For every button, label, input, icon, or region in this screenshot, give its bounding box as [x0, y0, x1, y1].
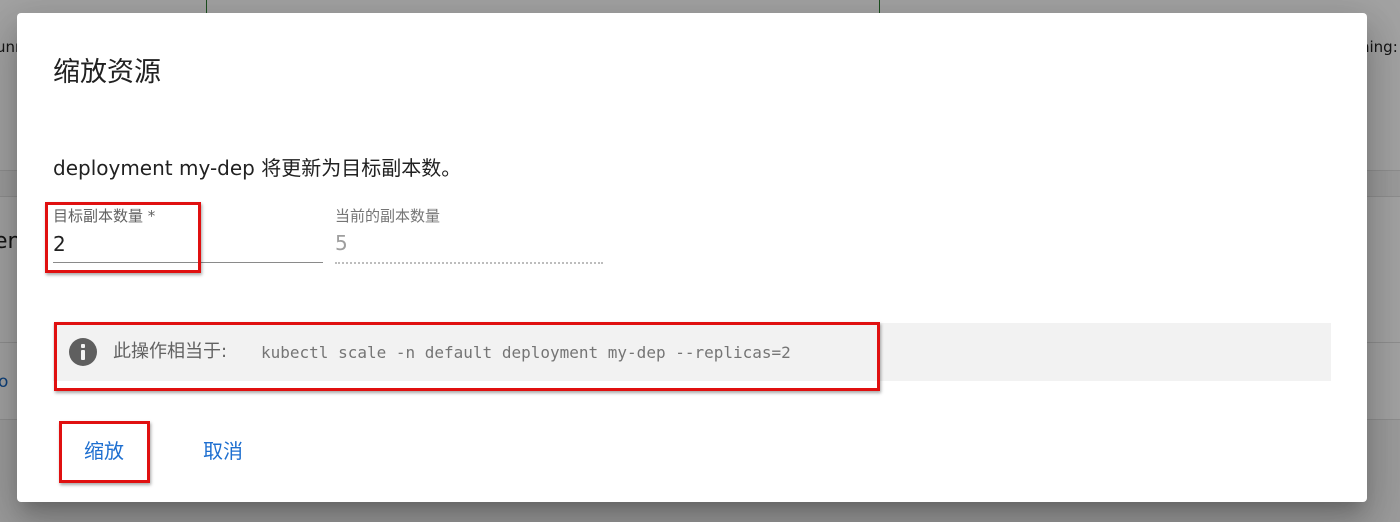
current-replicas-underline [335, 262, 603, 264]
target-replicas-input[interactable] [53, 230, 303, 258]
cancel-button[interactable]: 取消 [199, 433, 247, 469]
current-replicas-label: 当前的副本数量 [335, 207, 441, 225]
target-replicas-label: 目标副本数量 * [53, 207, 156, 225]
dialog-description: deployment my-dep 将更新为目标副本数。 [53, 156, 462, 180]
target-replicas-underline [53, 262, 323, 263]
kubectl-command: kubectl scale -n default deployment my-d… [261, 343, 791, 362]
command-info-box: 此操作相当于: kubectl scale -n default deploym… [53, 323, 1331, 381]
target-replicas-field[interactable]: 目标副本数量 * [53, 206, 323, 276]
info-icon [69, 338, 97, 366]
info-prefix: 此操作相当于: [113, 341, 228, 362]
current-replicas-value: 5 [335, 231, 348, 255]
dialog-title: 缩放资源 [53, 57, 161, 88]
scale-resource-dialog: 缩放资源 deployment my-dep 将更新为目标副本数。 目标副本数量… [17, 13, 1367, 502]
current-replicas-field: 当前的副本数量 5 [335, 206, 603, 276]
scale-button[interactable]: 缩放 [79, 433, 129, 469]
